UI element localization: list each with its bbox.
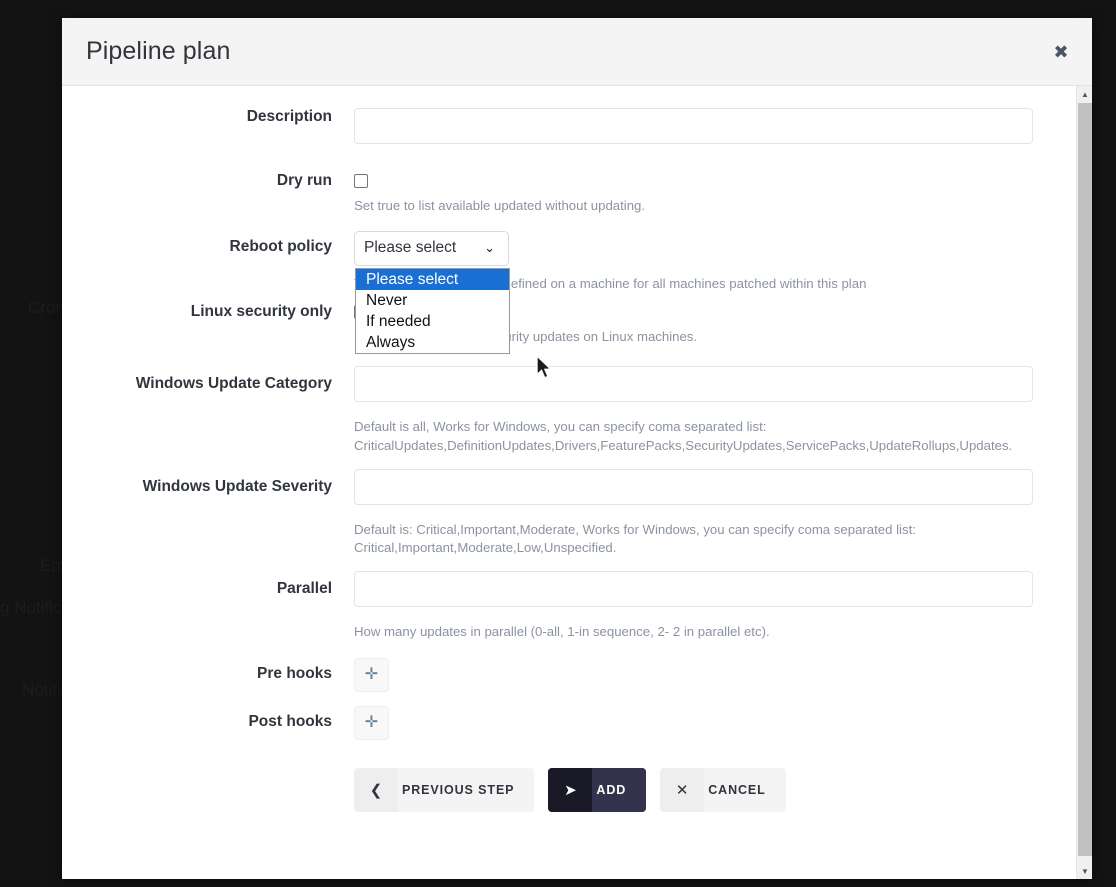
form-row-linux-security-only: Linux security only Set true to install …: [62, 303, 1076, 347]
cancel-label: CANCEL: [708, 782, 766, 797]
field-description: [354, 108, 1076, 144]
form-row-pre-hooks: Pre hooks ✛: [62, 657, 1076, 692]
plus-icon: ✛: [364, 713, 379, 731]
field-reboot-policy: Please select ⌄ Please select Never If n…: [354, 230, 1076, 354]
label-reboot-policy: Reboot policy: [229, 237, 332, 255]
form-row-post-hooks: Post hooks ✛: [62, 705, 1076, 740]
form-row-parallel: Parallel How many updates in parallel (0…: [62, 571, 1076, 642]
field-dry-run: Set true to list available updated witho…: [354, 172, 1076, 216]
dry-run-checkbox[interactable]: [354, 174, 368, 188]
form-row-windows-update-severity: Windows Update Severity Default is: Crit…: [62, 468, 1076, 558]
dialog-header: Pipeline plan ✖: [62, 18, 1092, 86]
field-windows-update-category: Default is all, Works for Windows, you c…: [354, 366, 1076, 455]
label-parallel: Parallel: [276, 580, 332, 598]
scroll-up-arrow-icon[interactable]: ▲: [1077, 86, 1092, 102]
scroll-down-arrow-icon[interactable]: ▼: [1077, 863, 1092, 879]
option-always[interactable]: Always: [356, 332, 509, 353]
form-row-description: Description: [62, 108, 1076, 144]
field-parallel: How many updates in parallel (0-all, 1-i…: [354, 571, 1076, 642]
dialog-body: Description Dry run Set true to list ava…: [62, 86, 1092, 879]
windows-update-category-input[interactable]: [354, 366, 1033, 403]
label-windows-update-category: Windows Update Category: [135, 375, 332, 393]
reboot-policy-select-wrap: Please select ⌄ Please select Never If n…: [354, 230, 510, 354]
scrollbar-thumb[interactable]: [1078, 103, 1092, 856]
previous-step-button[interactable]: ❮ PREVIOUS STEP: [354, 767, 535, 812]
hint-dry-run: Set true to list available updated witho…: [354, 198, 646, 213]
field-post-hooks: ✛: [354, 705, 1076, 740]
option-never[interactable]: Never: [356, 290, 509, 311]
hint-parallel: How many updates in parallel (0-all, 1-i…: [354, 624, 770, 640]
dialog-title: Pipeline plan: [86, 37, 231, 65]
windows-update-severity-input[interactable]: [354, 468, 1033, 505]
add-post-hook-button[interactable]: ✛: [354, 705, 389, 740]
form-row-windows-update-category: Windows Update Category Default is all, …: [62, 366, 1076, 455]
option-if-needed[interactable]: If needed: [356, 311, 509, 332]
form-container: Description Dry run Set true to list ava…: [62, 86, 1076, 879]
add-label: ADD: [592, 767, 647, 812]
label-linux-security-only: Linux security only: [190, 303, 332, 321]
description-input[interactable]: [354, 108, 1033, 144]
label-dry-run: Dry run: [276, 172, 332, 189]
form-row-reboot-policy: Reboot policy Please select ⌄ Please sel…: [62, 230, 1076, 354]
label-post-hooks: Post hooks: [248, 712, 332, 730]
add-pre-hook-button[interactable]: ✛: [354, 657, 389, 692]
reboot-policy-value: Please select: [364, 239, 457, 257]
send-icon: ➤: [548, 767, 593, 812]
add-button[interactable]: ➤ ADD: [548, 767, 647, 812]
reboot-policy-select[interactable]: Please select ⌄: [354, 230, 509, 266]
option-please-select[interactable]: Please select: [356, 268, 509, 290]
field-pre-hooks: ✛: [354, 657, 1076, 692]
vertical-scrollbar[interactable]: ▲ ▼: [1076, 86, 1092, 879]
pipeline-plan-dialog: Pipeline plan ✖ Description Dry run Set …: [62, 18, 1092, 879]
close-icon[interactable]: ✖: [1050, 41, 1072, 63]
dialog-action-bar: ❮ PREVIOUS STEP ➤ ADD ✕ CANCEL: [62, 767, 1076, 812]
chevron-left-icon: ❮: [354, 767, 398, 812]
reboot-policy-options[interactable]: Please select Never If needed Always: [355, 267, 510, 354]
field-windows-update-severity: Default is: Critical,Important,Moderate,…: [354, 468, 1076, 558]
label-pre-hooks: Pre hooks: [257, 664, 332, 682]
label-windows-update-severity: Windows Update Severity: [142, 477, 332, 495]
label-description: Description: [246, 108, 332, 125]
chevron-down-icon: ⌄: [484, 240, 495, 256]
hint-windows-update-severity: Default is: Critical,Important,Moderate,…: [354, 521, 916, 556]
plus-icon: ✛: [364, 665, 379, 683]
close-x-icon: ✕: [660, 767, 705, 812]
previous-step-label: PREVIOUS STEP: [402, 782, 515, 797]
hint-windows-update-category: Default is all, Works for Windows, you c…: [354, 419, 1013, 453]
form-row-dry-run: Dry run Set true to list available updat…: [62, 172, 1076, 216]
parallel-input[interactable]: [354, 571, 1033, 608]
cancel-button[interactable]: ✕ CANCEL: [660, 767, 786, 812]
